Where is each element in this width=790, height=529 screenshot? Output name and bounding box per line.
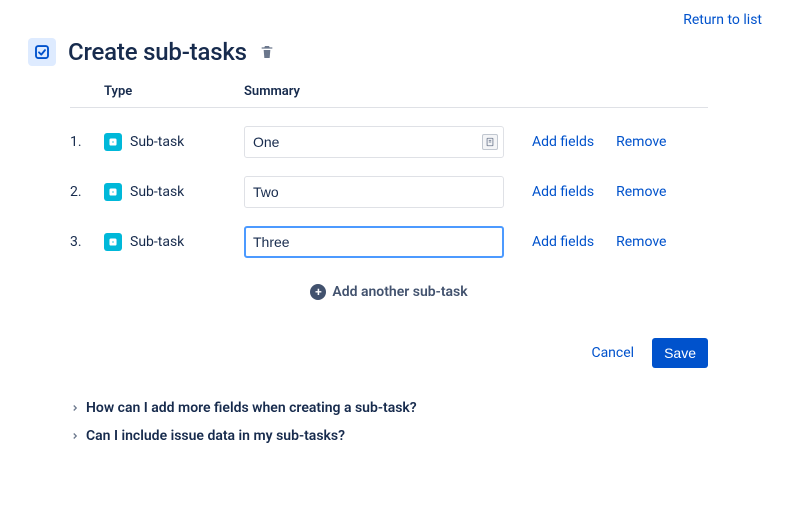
subtask-row: 3. Sub-task Add fields Remove bbox=[70, 208, 708, 258]
chevron-right-icon bbox=[70, 431, 80, 441]
row-number: 2. bbox=[70, 158, 104, 208]
add-another-subtask-button[interactable]: + Add another sub-task bbox=[310, 284, 467, 300]
summary-input[interactable] bbox=[244, 126, 504, 158]
remove-link[interactable]: Remove bbox=[616, 184, 666, 200]
subtask-type-icon bbox=[104, 233, 122, 251]
form-autofill-icon[interactable] bbox=[482, 134, 498, 150]
subtask-type-icon bbox=[104, 183, 122, 201]
chevron-right-icon bbox=[70, 403, 80, 413]
add-fields-link[interactable]: Add fields bbox=[532, 234, 594, 250]
help-label: How can I add more fields when creating … bbox=[86, 400, 417, 416]
remove-link[interactable]: Remove bbox=[616, 134, 666, 150]
subtask-row: 1. Sub-task Add fields Remove bbox=[70, 108, 708, 159]
delete-icon[interactable] bbox=[259, 44, 275, 60]
type-label: Sub-task bbox=[130, 234, 184, 250]
remove-link[interactable]: Remove bbox=[616, 234, 666, 250]
add-another-label: Add another sub-task bbox=[332, 284, 467, 300]
column-header-summary: Summary bbox=[244, 84, 514, 108]
plus-icon: + bbox=[310, 284, 326, 300]
cancel-button[interactable]: Cancel bbox=[591, 345, 634, 361]
subtask-type-icon bbox=[104, 133, 122, 151]
summary-input[interactable] bbox=[244, 226, 504, 258]
save-button[interactable]: Save bbox=[652, 338, 708, 368]
add-fields-link[interactable]: Add fields bbox=[532, 184, 594, 200]
type-label: Sub-task bbox=[130, 134, 184, 150]
add-fields-link[interactable]: Add fields bbox=[532, 134, 594, 150]
summary-input[interactable] bbox=[244, 176, 504, 208]
help-expander[interactable]: Can I include issue data in my sub-tasks… bbox=[70, 422, 768, 450]
type-label: Sub-task bbox=[130, 184, 184, 200]
help-label: Can I include issue data in my sub-tasks… bbox=[86, 428, 345, 444]
row-number: 1. bbox=[70, 108, 104, 159]
row-number: 3. bbox=[70, 208, 104, 258]
rule-action-icon bbox=[28, 38, 56, 66]
page-title: Create sub-tasks bbox=[68, 38, 247, 66]
help-expander[interactable]: How can I add more fields when creating … bbox=[70, 394, 768, 422]
subtask-row: 2. Sub-task Add fields Remove bbox=[70, 158, 708, 208]
return-to-list-link[interactable]: Return to list bbox=[683, 12, 762, 28]
column-header-type: Type bbox=[104, 84, 244, 108]
